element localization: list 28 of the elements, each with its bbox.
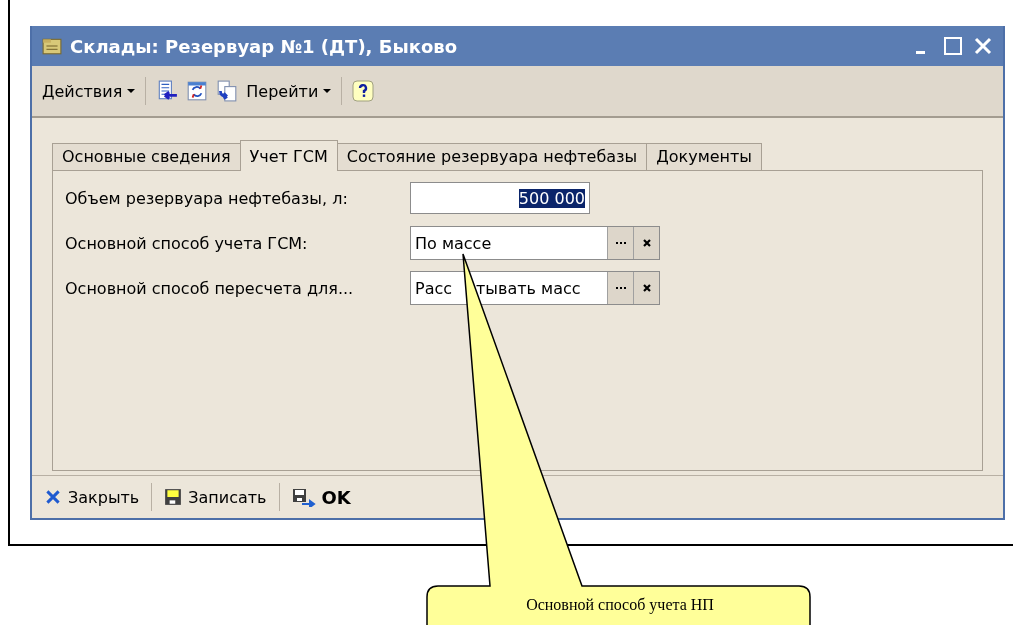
toolbar-button[interactable]: OK bbox=[287, 484, 355, 510]
menu-button[interactable]: Действия bbox=[42, 81, 136, 101]
list-arrow-icon[interactable] bbox=[156, 80, 179, 102]
tab[interactable]: Состояние резервуара нефтебазы bbox=[336, 143, 648, 170]
toolbar-button[interactable]: Записать bbox=[160, 485, 271, 509]
field-value: 500 000 bbox=[518, 188, 585, 208]
field-label: Объем резервуара нефтебазы, л: bbox=[65, 188, 349, 208]
field-label: Основной способ пересчета для... bbox=[65, 278, 355, 298]
close-icon[interactable] bbox=[973, 36, 993, 56]
floppy-icon bbox=[164, 488, 183, 506]
maximize-icon[interactable] bbox=[943, 36, 963, 56]
caret-icon bbox=[127, 89, 136, 93]
help-icon[interactable] bbox=[352, 80, 375, 102]
cross-icon bbox=[44, 488, 62, 506]
tab[interactable]: Основные сведения bbox=[52, 143, 241, 170]
menu-button[interactable]: Перейти bbox=[246, 81, 332, 101]
number-field[interactable]: 500 000 bbox=[410, 182, 590, 214]
copy-icon[interactable] bbox=[216, 80, 239, 102]
toolbar-button[interactable]: Закрыть bbox=[40, 485, 144, 509]
refresh-icon[interactable] bbox=[186, 80, 209, 102]
window-title: Склады: Резервуар №1 (ДТ), Быково bbox=[70, 35, 458, 57]
tab[interactable]: Учет ГСМ bbox=[239, 140, 338, 171]
floppy-arrow-icon bbox=[291, 487, 316, 507]
caret-icon bbox=[323, 89, 332, 93]
tab[interactable]: Документы bbox=[646, 143, 762, 170]
field-label: Основной способ учета ГСМ: bbox=[65, 233, 309, 253]
callout-text: Основной способ учета НП bbox=[525, 596, 715, 614]
folder-icon bbox=[42, 37, 62, 55]
